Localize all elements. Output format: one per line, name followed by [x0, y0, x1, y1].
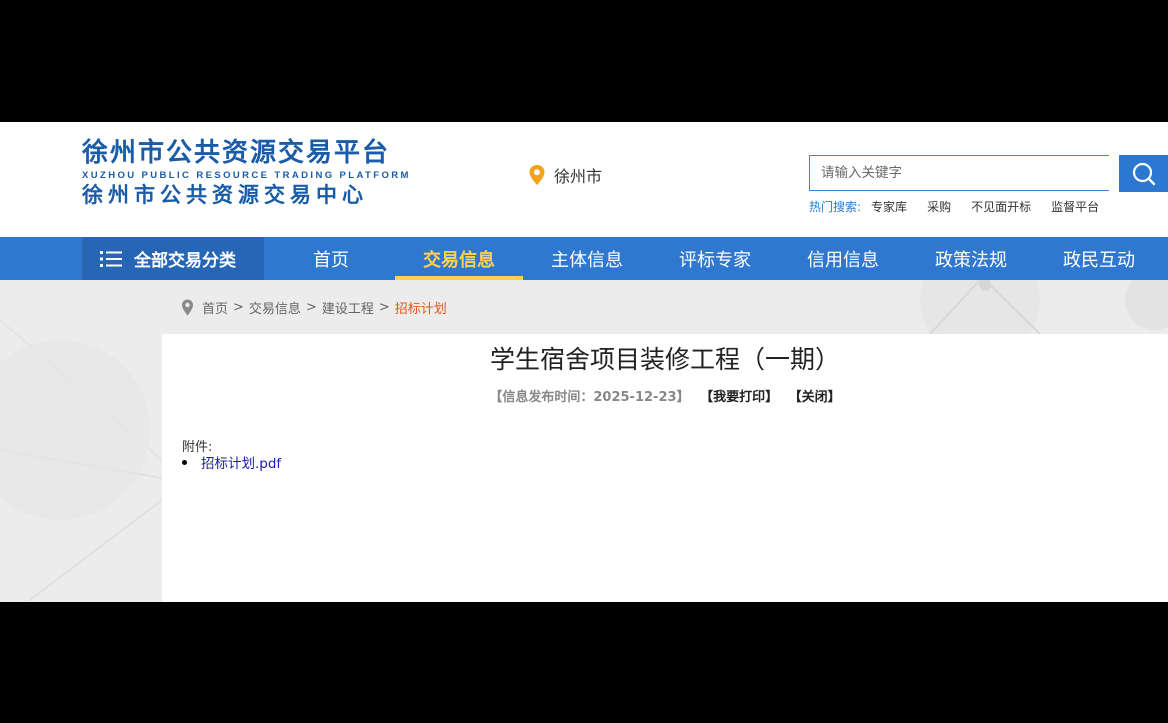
attachment-list: 招标计划.pdf [182, 452, 281, 472]
location-pin-icon [529, 165, 545, 185]
nav-item-trading-info[interactable]: 交易信息 [395, 237, 523, 280]
hot-search-item[interactable]: 监督平台 [1051, 198, 1099, 215]
nav-item-entity-info[interactable]: 主体信息 [523, 237, 651, 280]
site-logo[interactable]: 徐州市公共资源交易平台 XUZHOU PUBLIC RESOURCE TRADI… [82, 138, 411, 208]
breadcrumb-current[interactable]: 招标计划 [395, 298, 447, 317]
search-icon [1132, 162, 1155, 185]
hot-search-item[interactable]: 不见面开标 [971, 198, 1031, 215]
hot-searches: 热门搜索: 专家库 采购 不见面开标 监督平台 [809, 198, 1099, 215]
logo-center-name: 徐州市公共资源交易中心 [82, 183, 368, 207]
breadcrumb-separator: > [378, 300, 390, 315]
breadcrumb: 首页 > 交易信息 > 建设工程 > 招标计划 [181, 298, 447, 317]
nav-item-public-interaction[interactable]: 政民互动 [1035, 237, 1163, 280]
breadcrumb-trading-info[interactable]: 交易信息 [249, 298, 301, 317]
breadcrumb-construction[interactable]: 建设工程 [322, 298, 374, 317]
article-panel: 学生宿舍项目装修工程（一期） 【信息发布时间：2025-12-23】 【我要打印… [162, 334, 1168, 602]
nav-item-bid-experts[interactable]: 评标专家 [651, 237, 779, 280]
article-meta: 【信息发布时间：2025-12-23】 【我要打印】 【关闭】 [162, 386, 1168, 405]
city-selector[interactable]: 徐州市 [528, 163, 602, 187]
close-link[interactable]: 【关闭】 [789, 390, 841, 405]
main-nav: 全部交易分类 首页 交易信息 主体信息 评标专家 信用信息 政策法规 政民互动 [0, 237, 1168, 280]
article-title: 学生宿舍项目装修工程（一期） [489, 345, 840, 374]
browser-viewport: 徐州市公共资源交易平台 XUZHOU PUBLIC RESOURCE TRADI… [0, 122, 1168, 602]
location-pin-icon [182, 299, 193, 316]
print-link[interactable]: 【我要打印】 [700, 390, 778, 405]
publish-date: 【信息发布时间：2025-12-23】 [489, 390, 690, 405]
city-label: 徐州市 [554, 167, 603, 186]
nav-items: 首页 交易信息 主体信息 评标专家 信用信息 政策法规 政民互动 [267, 237, 1163, 280]
all-categories-button[interactable]: 全部交易分类 [82, 237, 264, 280]
nav-item-home[interactable]: 首页 [267, 237, 395, 280]
hot-search-item[interactable]: 采购 [927, 198, 951, 215]
site-header: 徐州市公共资源交易平台 XUZHOU PUBLIC RESOURCE TRADI… [0, 122, 1168, 237]
hot-search-item[interactable]: 专家库 [871, 198, 907, 215]
nav-item-policies[interactable]: 政策法规 [907, 237, 1035, 280]
attachment-link[interactable]: 招标计划.pdf [201, 452, 281, 472]
attachment-item: 招标计划.pdf [182, 452, 281, 472]
bullet-icon [182, 459, 187, 465]
list-menu-icon [100, 250, 122, 267]
logo-title: 徐州市公共资源交易平台 [82, 138, 391, 168]
logo-subtitle-en: XUZHOU PUBLIC RESOURCE TRADING PLATFORM [82, 170, 411, 181]
all-categories-label: 全部交易分类 [134, 251, 236, 271]
breadcrumb-home[interactable]: 首页 [202, 298, 228, 317]
content-area: 首页 > 交易信息 > 建设工程 > 招标计划 学生宿舍项目装修工程（一期） 【… [0, 280, 1168, 602]
breadcrumb-separator: > [305, 300, 317, 315]
nav-item-credit-info[interactable]: 信用信息 [779, 237, 907, 280]
search-button[interactable] [1119, 155, 1168, 192]
search-input[interactable] [809, 155, 1109, 191]
breadcrumb-separator: > [233, 300, 244, 315]
hot-search-label: 热门搜索: [809, 200, 862, 214]
